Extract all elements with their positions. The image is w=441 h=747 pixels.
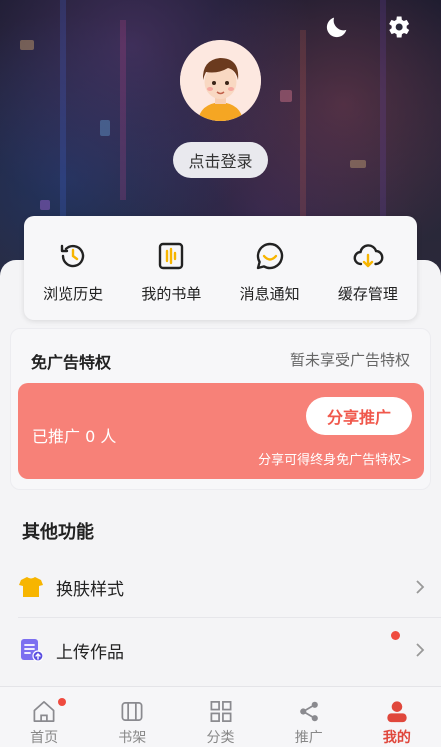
other-functions-title: 其他功能 [22,522,94,543]
history-icon [60,244,85,268]
upload-doc-icon [18,637,44,663]
row-label: 换肤样式 [56,579,124,600]
divider [18,617,441,618]
avatar[interactable] [180,40,261,121]
tab-label: 分类 [206,730,235,746]
tab-bookshelf[interactable]: 书架 [88,687,176,747]
booklist-icon [159,242,184,270]
tab-label: 推广 [294,730,323,746]
quick-item-label: 缓存管理 [337,285,398,303]
bookshelf-icon [121,701,143,722]
row-skin-style[interactable]: 换肤样式 [0,556,441,618]
cloud-download-icon [353,244,384,268]
quick-item-cache[interactable]: 缓存管理 [319,216,417,320]
quick-item-label: 浏览历史 [43,285,104,303]
tab-label: 我的 [382,730,411,746]
message-icon [256,242,283,270]
promoted-count: 已推广 0 人 [32,427,117,446]
row-upload-works[interactable]: 上传作品 [0,619,441,681]
ad-free-title: 免广告特权 [31,353,112,372]
row-label: 上传作品 [56,642,124,663]
home-badge-dot [58,698,66,706]
tab-category[interactable]: 分类 [176,687,264,747]
share-hint-link[interactable]: 分享可得终身免广告特权> [258,449,412,468]
quick-item-messages[interactable]: 消息通知 [221,216,319,320]
chevron-right-icon [416,643,425,657]
upload-badge-dot [391,631,400,640]
share-promote-button[interactable]: 分享推广 [306,397,412,435]
tab-label: 书架 [118,730,147,746]
user-icon [387,701,407,723]
moon-icon[interactable] [322,12,352,42]
quick-item-history[interactable]: 浏览历史 [24,216,122,320]
tab-label: 首页 [30,730,59,746]
tab-home[interactable]: 首页 [0,687,88,747]
login-button[interactable]: 点击登录 [173,142,268,178]
bottom-tab-bar: 首页 书架 分类 推广 我的 [0,686,441,747]
tab-mine[interactable]: 我的 [353,687,441,747]
quick-item-label: 我的书单 [141,285,202,303]
quick-item-booklist[interactable]: 我的书单 [122,216,220,320]
ad-free-card: 免广告特权 暂未享受广告特权 已推广 0 人 分享推广 分享可得终身免广告特权> [10,328,431,490]
home-icon [33,701,55,722]
chevron-right-icon [416,580,425,594]
gear-icon[interactable] [383,12,413,42]
share-icon [299,701,318,722]
quick-actions-card: 浏览历史 我的书单 消息通知 缓存管理 [24,216,417,320]
tshirt-icon [18,574,44,600]
tab-promote[interactable]: 推广 [265,687,353,747]
category-icon [210,701,231,722]
promo-banner: 已推广 0 人 分享推广 分享可得终身免广告特权> [18,383,424,479]
ad-free-status: 暂未享受广告特权 [289,351,410,369]
quick-item-label: 消息通知 [239,285,300,303]
